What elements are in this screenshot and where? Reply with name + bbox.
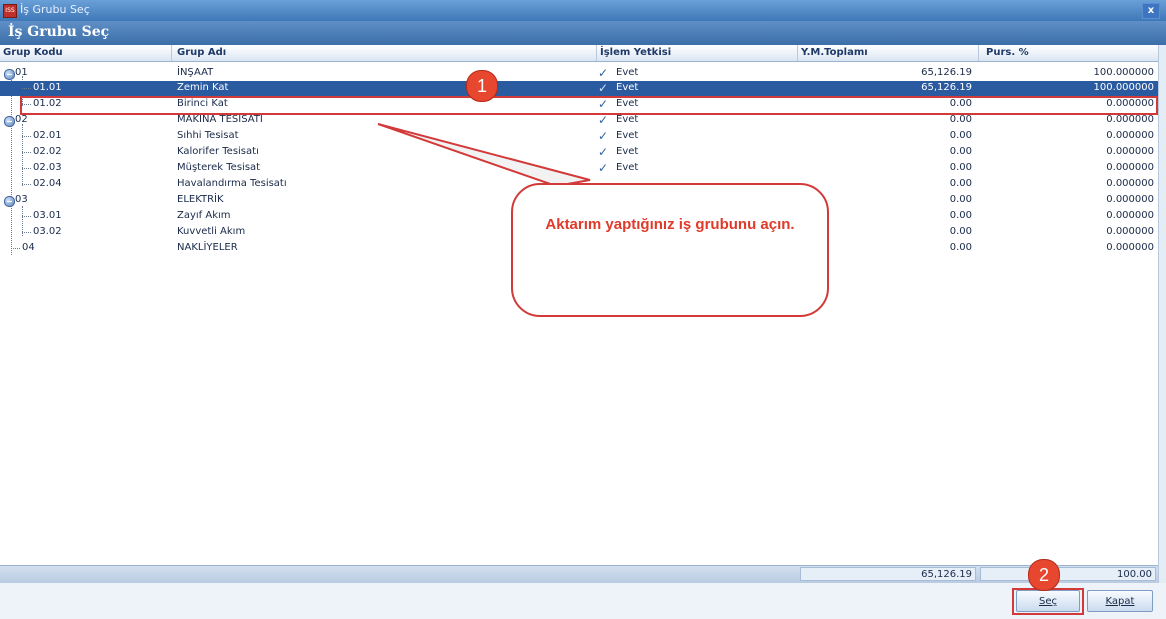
step-marker-1: 1 (466, 70, 498, 102)
totals-bar: 65,126.19 100.00 (0, 565, 1158, 583)
step-marker-2: 2 (1028, 559, 1060, 591)
tutorial-callout (377, 123, 829, 317)
highlight-row-box (20, 96, 1158, 115)
close-button[interactable]: Kapat (1087, 590, 1153, 612)
callout-text: Aktarım yaptığınız iş grubunu açın. (545, 216, 795, 233)
total-pct: 100.00 (980, 567, 1156, 581)
callout-pointer (377, 123, 591, 188)
total-sum: 65,126.19 (800, 567, 976, 581)
highlight-button-box (1012, 588, 1084, 615)
dialog-footer: Seç Kapat (0, 583, 1166, 619)
callout-bubble (511, 183, 829, 317)
